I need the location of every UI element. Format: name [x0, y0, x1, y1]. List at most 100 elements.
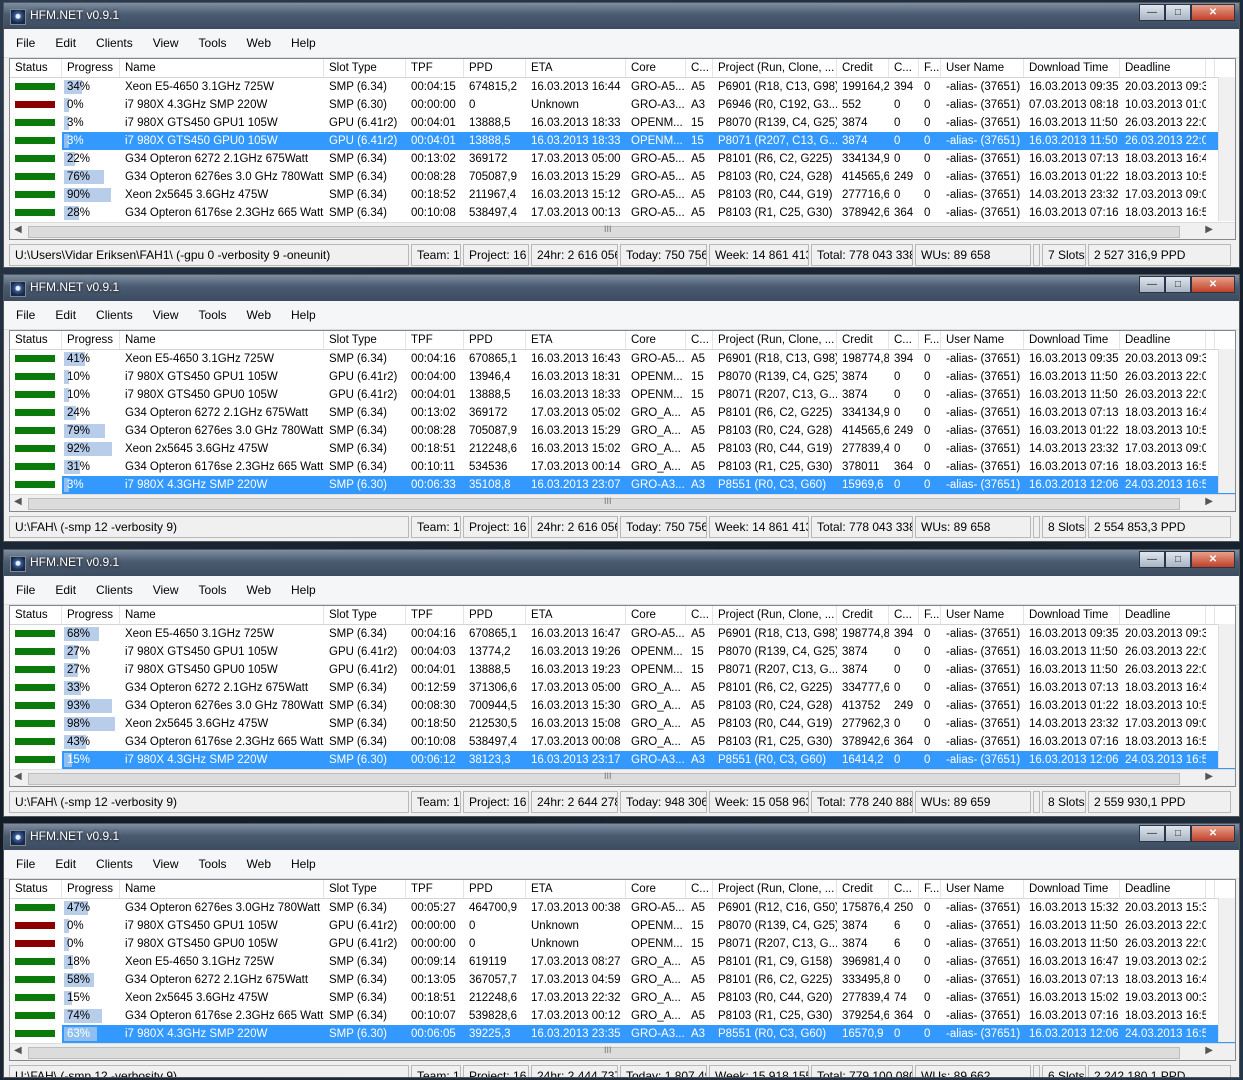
scroll-right-arrow[interactable]: ▶ — [1205, 1045, 1213, 1056]
column-header[interactable]: C... — [889, 880, 919, 898]
minimize-button[interactable]: — — [1139, 825, 1165, 842]
client-row[interactable]: 90% Xeon 2x5645 3.6GHz 475W SMP (6.34) 00:1… — [10, 186, 1235, 204]
client-row[interactable]: 0% i7 980X 4.3GHz SMP 220W SMP (6.30) 00:00… — [10, 96, 1235, 114]
client-row[interactable]: 41% Xeon E5-4650 3.1GHz 725W SMP (6.34) 00:… — [10, 350, 1235, 368]
column-header[interactable]: C... — [686, 880, 713, 898]
menu-web[interactable]: Web — [247, 857, 271, 871]
column-header[interactable]: Status — [10, 606, 62, 624]
client-row[interactable]: 15% i7 980X 4.3GHz SMP 220W SMP (6.30) 00:0… — [10, 751, 1235, 769]
column-header[interactable]: ETA — [526, 606, 626, 624]
column-header[interactable]: F... — [919, 59, 941, 77]
close-button[interactable]: ✕ — [1191, 276, 1235, 293]
client-row[interactable]: 76% G34 Opteron 6276es 3.0 GHz 780Watt SMP… — [10, 168, 1235, 186]
column-header[interactable]: Status — [10, 331, 62, 349]
scroll-left-arrow[interactable]: ◀ — [14, 496, 22, 507]
maximize-button[interactable]: □ — [1165, 276, 1191, 293]
column-header[interactable]: PPD — [464, 606, 526, 624]
menu-file[interactable]: File — [16, 308, 35, 322]
menu-tools[interactable]: Tools — [199, 583, 227, 597]
menu-view[interactable]: View — [153, 857, 179, 871]
column-header[interactable]: TPF — [406, 59, 464, 77]
maximize-button[interactable]: □ — [1165, 551, 1191, 568]
column-header[interactable]: Slot Type — [324, 606, 406, 624]
client-row[interactable]: 18% Xeon E5-4650 3.1GHz 725W SMP (6.34) 00:… — [10, 953, 1235, 971]
client-row[interactable]: 10% i7 980X GTS450 GPU0 105W GPU (6.41r2) 0… — [10, 386, 1235, 404]
client-row[interactable]: 3% i7 980X GTS450 GPU1 105W GPU (6.41r2) 00… — [10, 114, 1235, 132]
column-header[interactable]: F... — [919, 606, 941, 624]
column-header[interactable]: Download Time — [1024, 59, 1120, 77]
column-header[interactable]: Name — [120, 880, 324, 898]
minimize-button[interactable]: — — [1139, 551, 1165, 568]
title-bar[interactable]: HFM.NET v0.9.1 — □ ✕ — [4, 3, 1239, 29]
column-header[interactable]: Progress — [62, 606, 120, 624]
scroll-left-arrow[interactable]: ◀ — [14, 771, 22, 782]
column-header[interactable]: Download Time — [1024, 331, 1120, 349]
column-header[interactable]: Download Time — [1024, 606, 1120, 624]
column-header[interactable]: C... — [889, 606, 919, 624]
client-row[interactable]: 43% G34 Opteron 6176se 2.3GHz 665 Watt SMP… — [10, 733, 1235, 751]
column-header[interactable]: PPD — [464, 59, 526, 77]
column-header[interactable]: Slot Type — [324, 59, 406, 77]
column-header[interactable]: Slot Type — [324, 331, 406, 349]
menu-file[interactable]: File — [16, 857, 35, 871]
column-header[interactable]: Progress — [62, 880, 120, 898]
menu-tools[interactable]: Tools — [199, 857, 227, 871]
menu-web[interactable]: Web — [247, 308, 271, 322]
menu-view[interactable]: View — [153, 36, 179, 50]
column-header[interactable]: Deadline — [1120, 880, 1206, 898]
column-header[interactable]: TPF — [406, 880, 464, 898]
column-header[interactable]: TPF — [406, 606, 464, 624]
client-row[interactable]: 33% G34 Opteron 6272 2.1GHz 675Watt SMP (6… — [10, 679, 1235, 697]
column-header[interactable]: Progress — [62, 59, 120, 77]
client-row[interactable]: 79% G34 Opteron 6276es 3.0 GHz 780Watt SMP… — [10, 422, 1235, 440]
column-header[interactable]: ETA — [526, 59, 626, 77]
minimize-button[interactable]: — — [1139, 4, 1165, 21]
column-header[interactable]: Deadline — [1120, 331, 1206, 349]
client-row[interactable]: 3% i7 980X GTS450 GPU0 105W GPU (6.41r2) 00… — [10, 132, 1235, 150]
column-header[interactable]: Credit — [837, 59, 889, 77]
vertical-scrollbar[interactable] — [1218, 624, 1235, 768]
client-row[interactable]: 34% Xeon E5-4650 3.1GHz 725W SMP (6.34) 00:… — [10, 78, 1235, 96]
client-row[interactable]: 68% Xeon E5-4650 3.1GHz 725W SMP (6.34) 00:… — [10, 625, 1235, 643]
scroll-thumb[interactable]: III — [28, 1045, 1180, 1059]
menu-edit[interactable]: Edit — [55, 36, 76, 50]
client-row[interactable]: 92% Xeon 2x5645 3.6GHz 475W SMP (6.34) 00:1… — [10, 440, 1235, 458]
column-header[interactable]: Credit — [837, 880, 889, 898]
column-header[interactable]: C... — [889, 331, 919, 349]
menu-edit[interactable]: Edit — [55, 583, 76, 597]
vertical-scrollbar[interactable] — [1218, 77, 1235, 221]
column-header[interactable]: Project (Run, Clone, ... — [713, 59, 837, 77]
maximize-button[interactable]: □ — [1165, 4, 1191, 21]
client-row[interactable]: 98% Xeon 2x5645 3.6GHz 475W SMP (6.34) 00:1… — [10, 715, 1235, 733]
client-row[interactable]: 0% i7 980X GTS450 GPU1 105W GPU (6.41r2) 00… — [10, 917, 1235, 935]
column-header[interactable]: User Name — [941, 606, 1024, 624]
horizontal-scrollbar[interactable]: ◀ III ▶ — [10, 222, 1235, 239]
menu-help[interactable]: Help — [291, 308, 316, 322]
menu-clients[interactable]: Clients — [96, 308, 133, 322]
menu-help[interactable]: Help — [291, 36, 316, 50]
scroll-thumb[interactable]: III — [28, 224, 1180, 238]
menu-file[interactable]: File — [16, 583, 35, 597]
column-header[interactable]: Project (Run, Clone, ... — [713, 331, 837, 349]
client-row[interactable]: 0% i7 980X GTS450 GPU0 105W GPU (6.41r2) 00… — [10, 935, 1235, 953]
horizontal-scrollbar[interactable]: ◀ III ▶ — [10, 769, 1235, 786]
column-header[interactable]: Project (Run, Clone, ... — [713, 606, 837, 624]
client-row[interactable]: 10% i7 980X GTS450 GPU1 105W GPU (6.41r2) 0… — [10, 368, 1235, 386]
column-header[interactable]: Core — [626, 331, 686, 349]
column-header[interactable]: PPD — [464, 880, 526, 898]
column-header[interactable]: F... — [919, 331, 941, 349]
client-row[interactable]: 63% i7 980X 4.3GHz SMP 220W SMP (6.30) 00:0… — [10, 1025, 1235, 1043]
column-header[interactable]: Slot Type — [324, 880, 406, 898]
column-header[interactable]: User Name — [941, 880, 1024, 898]
client-row[interactable]: 31% G34 Opteron 6176se 2.3GHz 665 Watt SMP… — [10, 458, 1235, 476]
title-bar[interactable]: HFM.NET v0.9.1 — □ ✕ — [4, 824, 1239, 850]
maximize-button[interactable]: □ — [1165, 825, 1191, 842]
column-header[interactable]: F... — [919, 880, 941, 898]
column-header[interactable]: ETA — [526, 331, 626, 349]
scroll-left-arrow[interactable]: ◀ — [14, 224, 22, 235]
scroll-thumb[interactable]: III — [28, 771, 1180, 785]
scroll-right-arrow[interactable]: ▶ — [1205, 771, 1213, 782]
scroll-left-arrow[interactable]: ◀ — [14, 1045, 22, 1056]
column-header[interactable]: Name — [120, 331, 324, 349]
menu-clients[interactable]: Clients — [96, 583, 133, 597]
